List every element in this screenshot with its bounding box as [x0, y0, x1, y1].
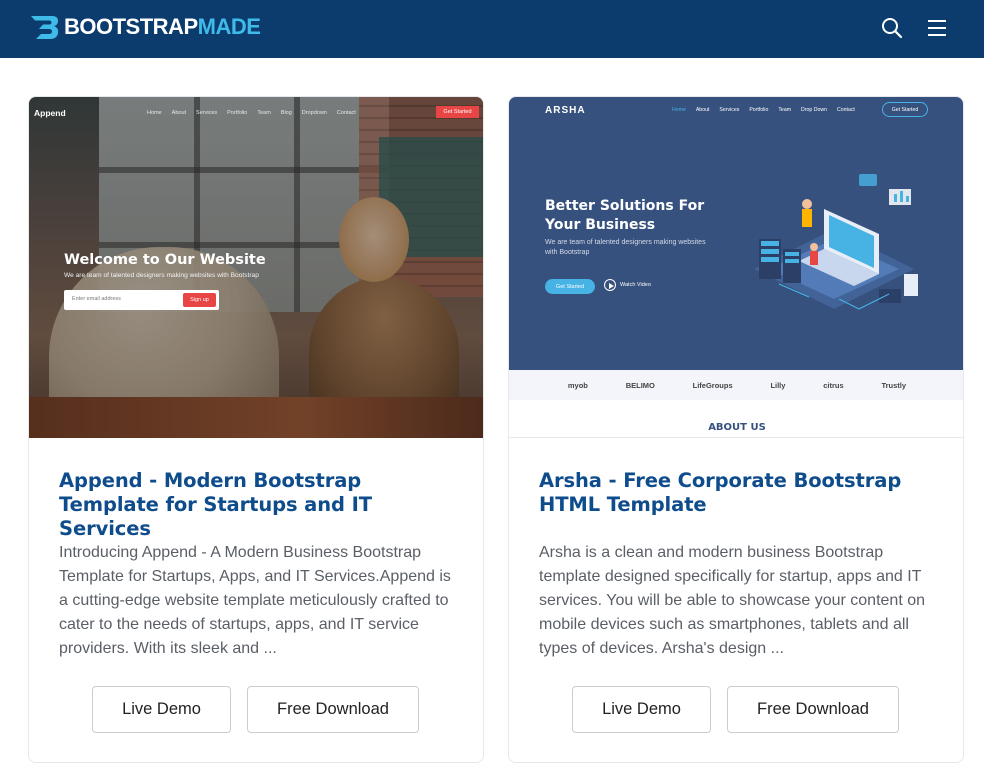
client-logo: LifeGroups	[692, 380, 733, 390]
preview-client-logos: myob BELIMO LifeGroups Lilly citrus Trus…	[509, 370, 963, 400]
preview-get-started-button: Get Started	[545, 279, 595, 294]
client-logo: myob	[567, 380, 588, 390]
card-title[interactable]: Arsha - Free Corporate Bootstrap HTML Te…	[539, 469, 939, 517]
preview-signup-form: Enter email address Sign up	[64, 290, 219, 310]
live-demo-button[interactable]: Live Demo	[92, 686, 231, 733]
preview-nav-item: Portfolio	[749, 107, 769, 113]
template-preview-image[interactable]: ARSHA Home About Services Portfolio Team…	[509, 97, 963, 438]
search-icon[interactable]	[878, 14, 906, 42]
card-description: Arsha is a clean and modern business Boo…	[539, 544, 926, 657]
live-demo-button[interactable]: Live Demo	[572, 686, 711, 733]
isometric-tech-illustration-icon	[754, 174, 918, 310]
preview-nav-item: About	[695, 107, 710, 113]
preview-brand: Append	[34, 108, 66, 118]
preview-watch-video-label: Watch Video	[620, 282, 651, 288]
hamburger-menu-icon[interactable]	[923, 14, 951, 42]
preview-brand: ARSHA	[545, 105, 586, 116]
card-description: Introducing Append - A Modern Business B…	[59, 544, 451, 657]
template-preview-image[interactable]: Append Home About Services Portfolio Tea…	[29, 97, 483, 438]
preview-nav-item: Portfolio	[227, 110, 248, 116]
preview-nav-item: Contact	[836, 107, 855, 113]
preview-hero-title: Welcome to Our Website	[64, 252, 266, 268]
preview-nav-item: Home	[672, 107, 686, 113]
preview-nav-item: Dropdown	[301, 110, 327, 116]
preview-signup-button: Sign up	[183, 293, 216, 307]
preview-watch-video: Watch Video	[604, 279, 651, 291]
preview-nav: Home About Services Portfolio Team Blog …	[147, 110, 356, 116]
preview-cta: Get Started	[882, 102, 928, 117]
preview-email-placeholder: Enter email address	[72, 296, 121, 302]
free-download-button[interactable]: Free Download	[727, 686, 899, 733]
preview-hero-subtitle: We are team of talented designers making…	[64, 272, 259, 279]
preview-hero-title: Better Solutions For Your Business	[545, 198, 705, 233]
preview-nav-item: Services	[719, 107, 740, 113]
preview-nav-item: Drop Down	[801, 107, 827, 113]
preview-nav-item: Contact	[336, 110, 356, 116]
preview-nav-item: Services	[196, 110, 218, 116]
preview-nav-item: Home	[147, 110, 162, 116]
preview-hero-subtitle: We are team of talented designers making…	[545, 239, 706, 256]
preview-section-heading: ABOUT US	[708, 422, 766, 433]
card-title[interactable]: Append - Modern Bootstrap Template for S…	[59, 469, 459, 541]
preview-nav-item: About	[171, 110, 187, 116]
client-logo: Lilly	[770, 380, 786, 390]
client-logo: citrus	[823, 380, 844, 390]
logo-word-made: MADE	[197, 14, 261, 39]
logo-text: BOOTSTRAPMADE	[64, 11, 261, 43]
logo-word-bootstrap: BOOTSTRAP	[64, 14, 198, 39]
template-card-append: Append Home About Services Portfolio Tea…	[28, 96, 484, 763]
bootstrapmade-logo[interactable]: BOOTSTRAPMADE	[28, 11, 261, 43]
top-navbar: BOOTSTRAPMADE	[0, 0, 984, 58]
client-logo: Trustly	[881, 380, 907, 390]
preview-nav: Home About Services Portfolio Team Drop …	[672, 107, 855, 113]
template-card-arsha: ARSHA Home About Services Portfolio Team…	[508, 96, 964, 763]
play-icon	[604, 279, 616, 291]
free-download-button[interactable]: Free Download	[247, 686, 419, 733]
preview-divider	[509, 437, 963, 438]
preview-nav-item: Team	[257, 110, 271, 116]
preview-cta: Get Started	[436, 106, 479, 118]
client-logo: BELIMO	[625, 380, 655, 390]
preview-nav-item: Team	[778, 107, 792, 113]
preview-nav-item: Blog	[280, 110, 292, 116]
logo-mark-icon	[31, 16, 59, 39]
